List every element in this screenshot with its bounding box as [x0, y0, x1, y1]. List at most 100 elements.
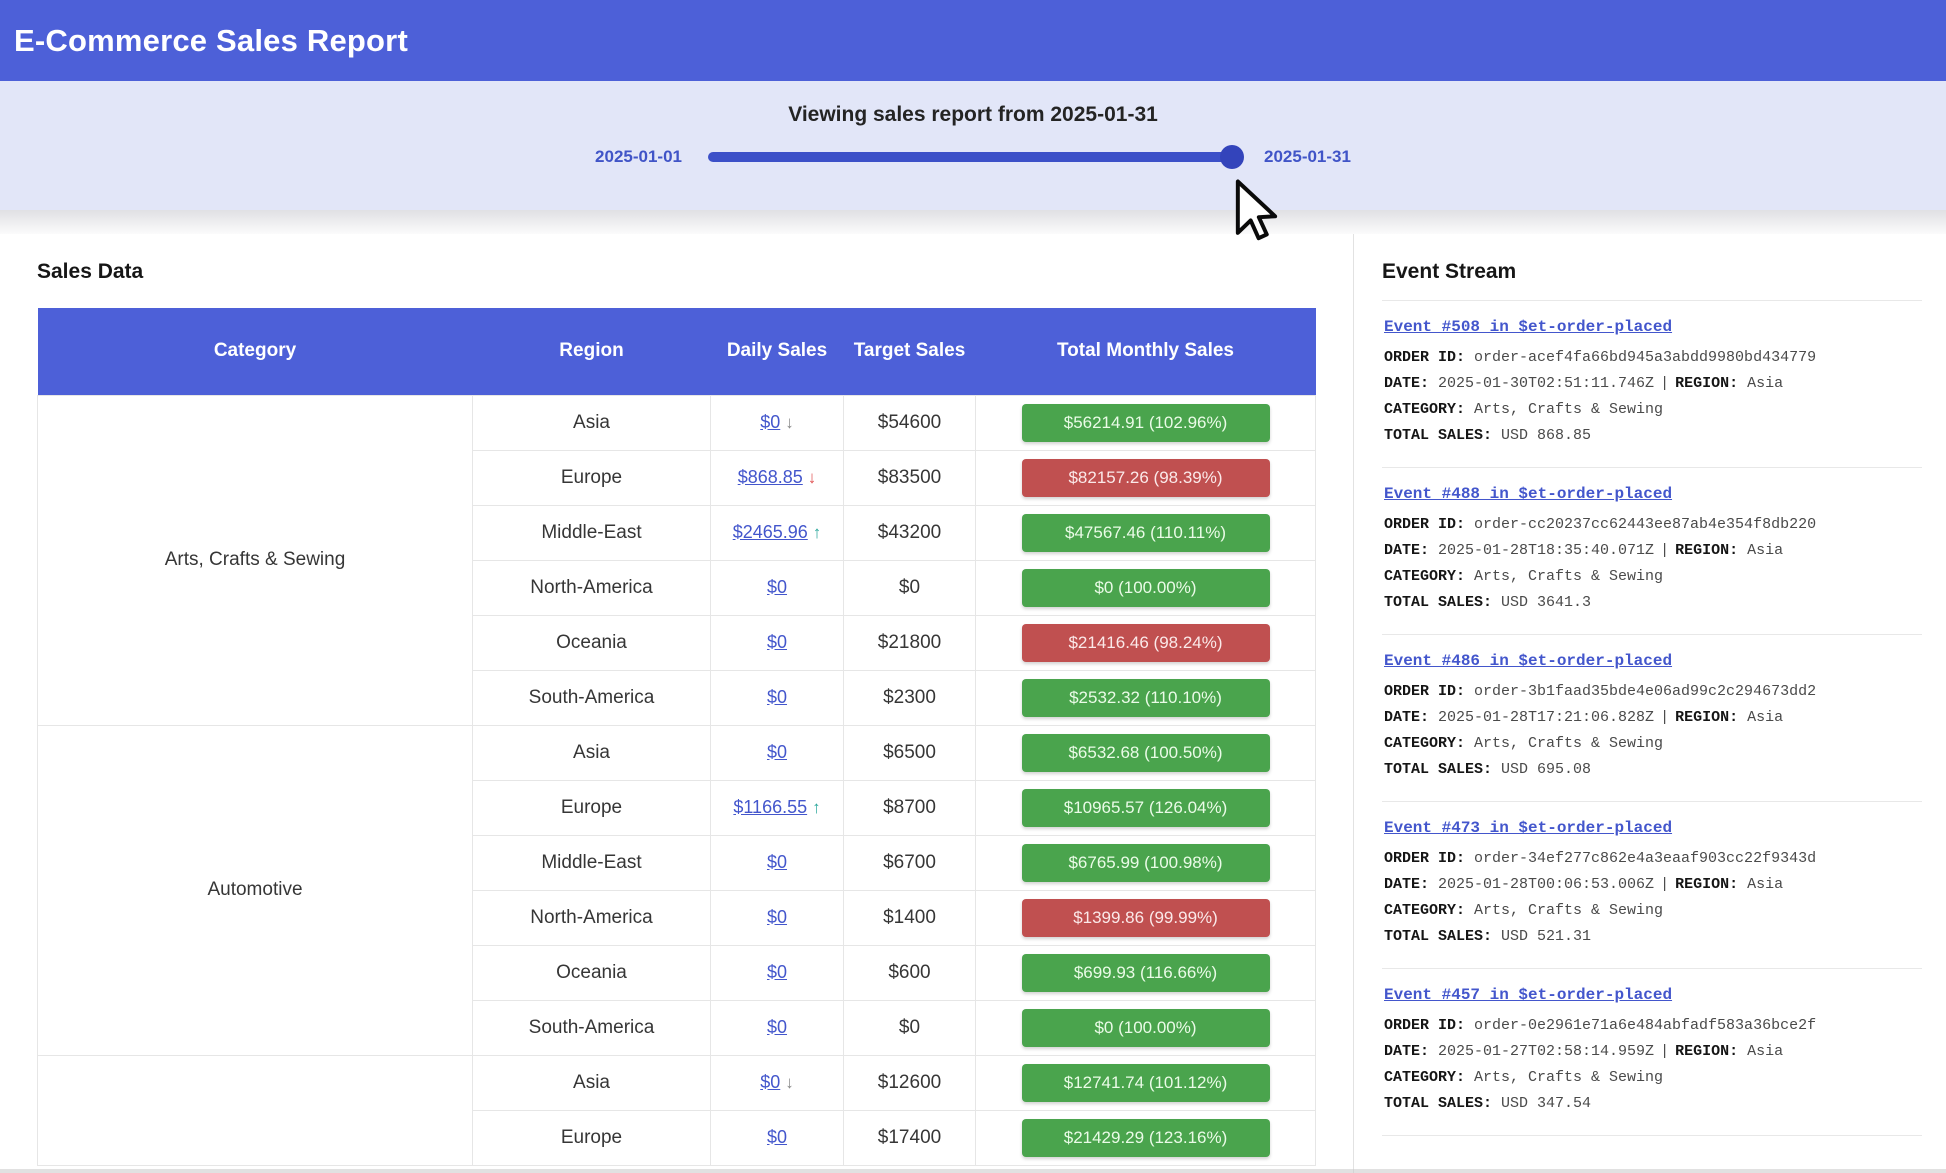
target-sales-cell: $0	[844, 560, 976, 615]
daily-sales-cell: $0	[711, 835, 844, 890]
daily-sales-cell: $0	[711, 615, 844, 670]
column-header-category: Category	[38, 308, 473, 395]
event-detail-line: ORDER ID: order-34ef277c862e4a3eaaf903cc…	[1384, 846, 1918, 872]
event-detail-line: TOTAL SALES: USD 868.85	[1384, 423, 1918, 449]
slider-row: 2025-01-01 2025-01-31	[0, 147, 1946, 167]
monthly-sales-cell: $12741.74 (101.12%)	[976, 1055, 1316, 1110]
target-sales-cell: $600	[844, 945, 976, 1000]
region-cell: South-America	[473, 670, 711, 725]
monthly-sales-badge: $699.93 (116.66%)	[1022, 954, 1270, 992]
monthly-sales-badge: $56214.91 (102.96%)	[1022, 404, 1270, 442]
region-cell: Asia	[473, 1055, 711, 1110]
main-area: Sales Data CategoryRegionDaily SalesTarg…	[0, 234, 1946, 1173]
event-detail-line: ORDER ID: order-3b1faad35bde4e06ad99c2c2…	[1384, 679, 1918, 705]
daily-sales-cell: $0	[711, 670, 844, 725]
event-detail-line: CATEGORY: Arts, Crafts & Sewing	[1384, 898, 1918, 924]
date-range-slider[interactable]	[708, 152, 1238, 162]
monthly-sales-cell: $10965.57 (126.04%)	[976, 780, 1316, 835]
slider-thumb[interactable]	[1220, 145, 1244, 169]
daily-sales-link[interactable]: $0	[767, 962, 787, 982]
daily-sales-cell: $0	[711, 725, 844, 780]
target-sales-cell: $17400	[844, 1110, 976, 1165]
daily-sales-link[interactable]: $0	[767, 687, 787, 707]
event-title-link[interactable]: Event #457 in $et-order-placed	[1384, 986, 1672, 1004]
monthly-sales-badge: $12741.74 (101.12%)	[1022, 1064, 1270, 1102]
event-detail-line: ORDER ID: order-acef4fa66bd945a3abdd9980…	[1384, 345, 1918, 371]
category-cell	[38, 1055, 473, 1165]
date-slider-section: Viewing sales report from 2025-01-31 202…	[0, 81, 1946, 210]
event-title-link[interactable]: Event #473 in $et-order-placed	[1384, 819, 1672, 837]
region-cell: Asia	[473, 395, 711, 450]
event-detail-line: CATEGORY: Arts, Crafts & Sewing	[1384, 731, 1918, 757]
event-list: Event #508 in $et-order-placed ORDER ID: …	[1382, 300, 1922, 1136]
table-row: Asia$0↓$12600$12741.74 (101.12%)	[38, 1055, 1316, 1110]
daily-sales-link[interactable]: $0	[767, 577, 787, 597]
daily-sales-link[interactable]: $1166.55	[733, 797, 807, 817]
target-sales-cell: $83500	[844, 450, 976, 505]
slider-max-label: 2025-01-31	[1264, 147, 1351, 167]
event-card: Event #488 in $et-order-placedORDER ID: …	[1382, 468, 1922, 635]
monthly-sales-cell: $6765.99 (100.98%)	[976, 835, 1316, 890]
monthly-sales-cell: $0 (100.00%)	[976, 560, 1316, 615]
monthly-sales-cell: $699.93 (116.66%)	[976, 945, 1316, 1000]
event-card: Event #473 in $et-order-placed ORDER ID: …	[1382, 802, 1922, 969]
daily-sales-cell: $0	[711, 560, 844, 615]
daily-sales-link[interactable]: $0	[767, 1017, 787, 1037]
daily-sales-link[interactable]: $0	[767, 1127, 787, 1147]
daily-sales-cell: $0 ↓	[711, 395, 844, 450]
daily-sales-link[interactable]: $0	[760, 412, 780, 432]
category-cell: Automotive	[38, 725, 473, 1055]
region-cell: North-America	[473, 560, 711, 615]
monthly-sales-badge: $10965.57 (126.04%)	[1022, 789, 1270, 827]
daily-sales-cell: $2465.96 ↑	[711, 505, 844, 560]
daily-sales-link[interactable]: $868.85	[738, 467, 803, 487]
region-cell: Middle-East	[473, 505, 711, 560]
monthly-sales-cell: $82157.26 (98.39%)	[976, 450, 1316, 505]
monthly-sales-badge: $47567.46 (110.11%)	[1022, 514, 1270, 552]
event-detail-line: DATE: 2025-01-30T02:51:11.746Z|REGION: A…	[1384, 371, 1918, 397]
daily-sales-link[interactable]: $0	[767, 742, 787, 762]
trend-down-icon: ↓	[785, 413, 794, 432]
daily-sales-cell: $0	[711, 1110, 844, 1165]
monthly-sales-badge: $0 (100.00%)	[1022, 1009, 1270, 1047]
monthly-sales-cell: $21429.29 (123.16%)	[976, 1110, 1316, 1165]
daily-sales-link[interactable]: $2465.96	[733, 522, 808, 542]
event-detail-line: CATEGORY: Arts, Crafts & Sewing	[1384, 564, 1918, 590]
slider-min-label: 2025-01-01	[595, 147, 682, 167]
event-stream-heading: Event Stream	[1382, 260, 1922, 284]
event-card: Event #457 in $et-order-placed ORDER ID: …	[1382, 969, 1922, 1136]
region-cell: South-America	[473, 1000, 711, 1055]
event-detail-line: DATE: 2025-01-27T02:58:14.959Z|REGION: A…	[1384, 1039, 1918, 1065]
region-cell: Europe	[473, 450, 711, 505]
monthly-sales-badge: $6765.99 (100.98%)	[1022, 844, 1270, 882]
daily-sales-link[interactable]: $0	[760, 1072, 780, 1092]
daily-sales-link[interactable]: $0	[767, 907, 787, 927]
monthly-sales-cell: $6532.68 (100.50%)	[976, 725, 1316, 780]
event-title-link[interactable]: Event #488 in $et-order-placed	[1384, 485, 1672, 503]
page-title: E-Commerce Sales Report	[14, 23, 408, 59]
monthly-sales-cell: $56214.91 (102.96%)	[976, 395, 1316, 450]
category-cell: Arts, Crafts & Sewing	[38, 395, 473, 725]
daily-sales-link[interactable]: $0	[767, 852, 787, 872]
monthly-sales-cell: $47567.46 (110.11%)	[976, 505, 1316, 560]
column-header-target-sales: Target Sales	[844, 308, 976, 395]
daily-sales-cell: $0	[711, 945, 844, 1000]
target-sales-cell: $0	[844, 1000, 976, 1055]
target-sales-cell: $6500	[844, 725, 976, 780]
target-sales-cell: $54600	[844, 395, 976, 450]
event-title-link[interactable]: Event #486 in $et-order-placed	[1384, 652, 1672, 670]
event-detail-line: TOTAL SALES: USD 521.31	[1384, 924, 1918, 950]
event-detail-line: DATE: 2025-01-28T00:06:53.006Z|REGION: A…	[1384, 872, 1918, 898]
trend-up-icon: ↑	[813, 523, 822, 542]
sales-data-heading: Sales Data	[37, 260, 1353, 284]
event-detail-line: ORDER ID: order-0e2961e71a6e484abfadf583…	[1384, 1013, 1918, 1039]
daily-sales-link[interactable]: $0	[767, 632, 787, 652]
daily-sales-cell: $1166.55 ↑	[711, 780, 844, 835]
region-cell: Middle-East	[473, 835, 711, 890]
trend-up-icon: ↑	[812, 798, 821, 817]
region-cell: Asia	[473, 725, 711, 780]
target-sales-cell: $21800	[844, 615, 976, 670]
target-sales-cell: $8700	[844, 780, 976, 835]
event-title-link[interactable]: Event #508 in $et-order-placed	[1384, 318, 1672, 336]
column-header-daily-sales: Daily Sales	[711, 308, 844, 395]
